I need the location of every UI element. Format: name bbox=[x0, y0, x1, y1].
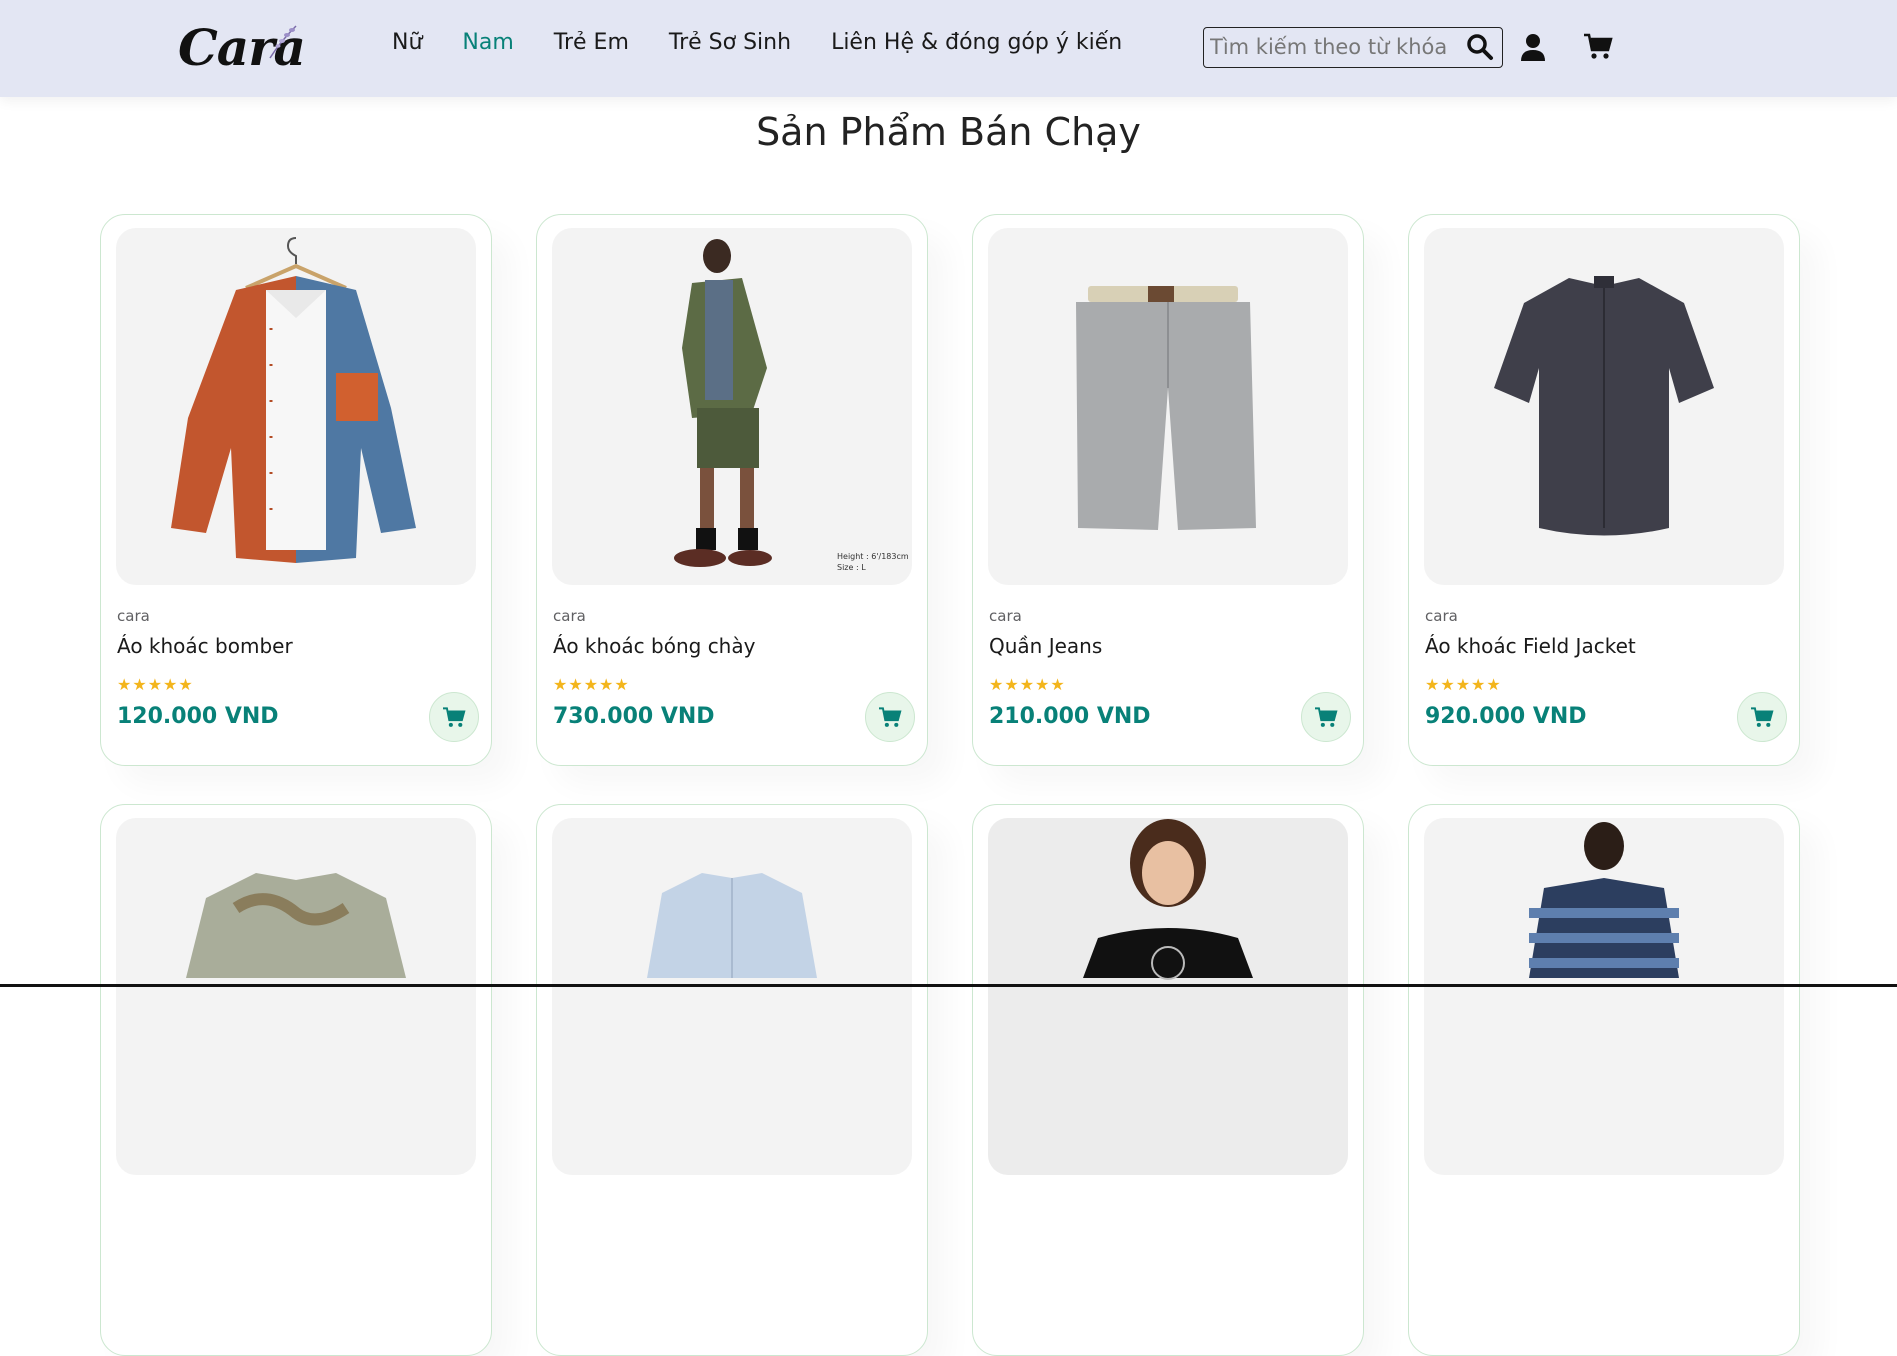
section-title: Sản Phẩm Bán Chạy bbox=[756, 110, 1141, 154]
cart-icon[interactable] bbox=[1583, 32, 1613, 60]
nav-item-tre-em[interactable]: Trẻ Em bbox=[554, 30, 629, 55]
product-price: 920.000 VND bbox=[1425, 704, 1587, 729]
site-header: Cara Nữ Nam Trẻ Em Trẻ Sơ Sinh Liên Hệ &… bbox=[0, 0, 1897, 97]
product-image[interactable] bbox=[1424, 228, 1784, 585]
product-card[interactable]: Height : 6'/183cm Size : L cara Áo khoác… bbox=[536, 214, 928, 766]
add-to-cart-button[interactable] bbox=[429, 692, 479, 742]
search-box bbox=[1203, 27, 1503, 68]
product-grid: cara Áo khoác bomber ★★★★★ 120.000 VND H… bbox=[100, 214, 1800, 1356]
product-name[interactable]: Áo khoác bóng chày bbox=[553, 634, 755, 658]
user-icon[interactable] bbox=[1520, 33, 1546, 61]
add-to-cart-button[interactable] bbox=[865, 692, 915, 742]
lavender-icon bbox=[269, 25, 297, 59]
cart-icon bbox=[1751, 707, 1774, 727]
product-image[interactable] bbox=[988, 818, 1348, 1175]
cart-icon bbox=[443, 707, 466, 727]
product-brand: cara bbox=[553, 607, 586, 625]
product-card[interactable]: cara Quần Jeans ★★★★★ 210.000 VND bbox=[972, 214, 1364, 766]
rating-stars: ★★★★★ bbox=[1425, 675, 1502, 694]
product-price: 120.000 VND bbox=[117, 704, 279, 729]
product-image[interactable] bbox=[116, 818, 476, 1175]
search-input[interactable] bbox=[1210, 33, 1460, 61]
add-to-cart-button[interactable] bbox=[1301, 692, 1351, 742]
product-card[interactable] bbox=[972, 804, 1364, 1356]
product-price: 730.000 VND bbox=[553, 704, 715, 729]
search-icon[interactable] bbox=[1466, 33, 1494, 61]
product-name[interactable]: Quần Jeans bbox=[989, 634, 1102, 658]
product-image[interactable] bbox=[1424, 818, 1784, 1175]
add-to-cart-button[interactable] bbox=[1737, 692, 1787, 742]
product-image[interactable]: Height : 6'/183cm Size : L bbox=[552, 228, 912, 585]
product-image[interactable] bbox=[552, 818, 912, 1175]
product-card[interactable] bbox=[536, 804, 928, 1356]
cart-icon bbox=[1315, 707, 1338, 727]
rating-stars: ★★★★★ bbox=[553, 675, 630, 694]
product-image[interactable] bbox=[116, 228, 476, 585]
nav-item-nu[interactable]: Nữ bbox=[392, 30, 422, 55]
product-price: 210.000 VND bbox=[989, 704, 1151, 729]
nav-item-nam[interactable]: Nam bbox=[462, 30, 513, 55]
product-card[interactable]: cara Áo khoác bomber ★★★★★ 120.000 VND bbox=[100, 214, 492, 766]
product-card[interactable] bbox=[100, 804, 492, 1356]
product-image[interactable] bbox=[988, 228, 1348, 585]
photo-caption: Height : 6'/183cm Size : L bbox=[837, 552, 909, 572]
product-card[interactable] bbox=[1408, 804, 1800, 1356]
product-card[interactable]: cara Áo khoác Field Jacket ★★★★★ 920.000… bbox=[1408, 214, 1800, 766]
product-brand: cara bbox=[1425, 607, 1458, 625]
nav-item-tre-so-sinh[interactable]: Trẻ Sơ Sinh bbox=[669, 30, 791, 55]
product-name[interactable]: Áo khoác bomber bbox=[117, 634, 293, 658]
nav-item-lien-he[interactable]: Liên Hệ & đóng góp ý kiến bbox=[831, 30, 1122, 55]
product-name[interactable]: Áo khoác Field Jacket bbox=[1425, 634, 1636, 658]
product-brand: cara bbox=[117, 607, 150, 625]
rating-stars: ★★★★★ bbox=[117, 675, 194, 694]
rating-stars: ★★★★★ bbox=[989, 675, 1066, 694]
product-brand: cara bbox=[989, 607, 1022, 625]
main-nav: Nữ Nam Trẻ Em Trẻ Sơ Sinh Liên Hệ & đóng… bbox=[392, 30, 1162, 55]
cart-icon bbox=[879, 707, 902, 727]
